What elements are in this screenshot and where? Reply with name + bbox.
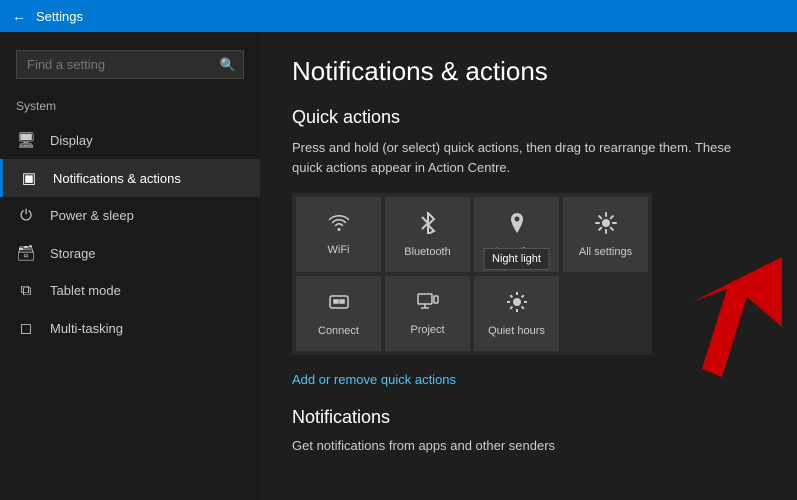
quick-actions-description: Press and hold (or select) quick actions… xyxy=(292,138,765,177)
tile-bluetooth[interactable]: Bluetooth xyxy=(385,197,470,272)
tile-connect[interactable]: Connect xyxy=(296,276,381,351)
search-box[interactable]: 🔍 xyxy=(16,50,244,79)
location-label: Location xyxy=(496,246,538,258)
title-bar-title: Settings xyxy=(36,9,83,24)
wifi-icon xyxy=(328,214,350,238)
search-input[interactable] xyxy=(16,50,244,79)
sidebar-item-display[interactable]: 🖥 Display xyxy=(0,121,260,159)
allsettings-label: All settings xyxy=(579,246,632,258)
tablet-icon: ⧉ xyxy=(16,282,36,299)
storage-icon: 🗃 xyxy=(16,244,36,262)
multitasking-icon: ◻ xyxy=(16,319,36,337)
sidebar-item-storage[interactable]: 🗃 Storage xyxy=(0,234,260,272)
sidebar-item-label: Storage xyxy=(50,246,96,261)
quick-actions-title: Quick actions xyxy=(292,107,765,128)
tile-allsettings[interactable]: All settings xyxy=(563,197,648,272)
location-icon xyxy=(508,212,526,240)
page-title: Notifications & actions xyxy=(292,56,765,87)
sidebar-item-label: Tablet mode xyxy=(50,283,121,298)
connect-icon xyxy=(328,291,350,319)
tile-empty xyxy=(563,276,648,351)
title-bar: ← Settings xyxy=(0,0,797,32)
sidebar-item-label: Multi-tasking xyxy=(50,321,123,336)
bluetooth-label: Bluetooth xyxy=(404,246,450,258)
content-wrapper: Notifications & actions Quick actions Pr… xyxy=(260,32,797,500)
sidebar-item-multitasking[interactable]: ◻ Multi-tasking xyxy=(0,309,260,347)
project-icon xyxy=(417,292,439,318)
notifications-description: Get notifications from apps and other se… xyxy=(292,438,765,453)
connect-label: Connect xyxy=(318,325,359,337)
display-icon: 🖥 xyxy=(16,131,36,149)
add-remove-link[interactable]: Add or remove quick actions xyxy=(292,372,456,387)
nightlight-icon xyxy=(506,291,528,319)
project-label: Project xyxy=(410,324,444,336)
search-icon: 🔍 xyxy=(220,57,236,73)
notifications-title: Notifications xyxy=(292,407,765,428)
back-button[interactable]: ← xyxy=(12,8,26,24)
allsettings-icon xyxy=(595,212,617,240)
quick-actions-grid: WiFi Bluetooth xyxy=(292,193,652,355)
sidebar-section-label: System xyxy=(0,95,260,121)
content-area: Notifications & actions Quick actions Pr… xyxy=(260,32,797,500)
nightlight-label: Quiet hours xyxy=(488,325,545,337)
tile-nightlight[interactable]: Night light xyxy=(474,276,559,351)
tile-wifi[interactable]: WiFi xyxy=(296,197,381,272)
sidebar-item-tablet[interactable]: ⧉ Tablet mode xyxy=(0,272,260,309)
sidebar-item-power[interactable]: ⏻ Power & sleep xyxy=(0,197,260,234)
bluetooth-icon xyxy=(420,212,436,240)
tile-location[interactable]: Location xyxy=(474,197,559,272)
sidebar-item-label: Display xyxy=(50,133,93,148)
sidebar-item-label: Notifications & actions xyxy=(53,171,181,186)
sidebar-item-label: Power & sleep xyxy=(50,208,134,223)
wifi-label: WiFi xyxy=(328,244,350,256)
tile-project[interactable]: Project xyxy=(385,276,470,351)
notifications-icon: ▣ xyxy=(19,169,39,187)
power-icon: ⏻ xyxy=(16,207,36,224)
sidebar: 🔍 System 🖥 Display ▣ Notifications & act… xyxy=(0,32,260,500)
sidebar-item-notifications[interactable]: ▣ Notifications & actions xyxy=(0,159,260,197)
